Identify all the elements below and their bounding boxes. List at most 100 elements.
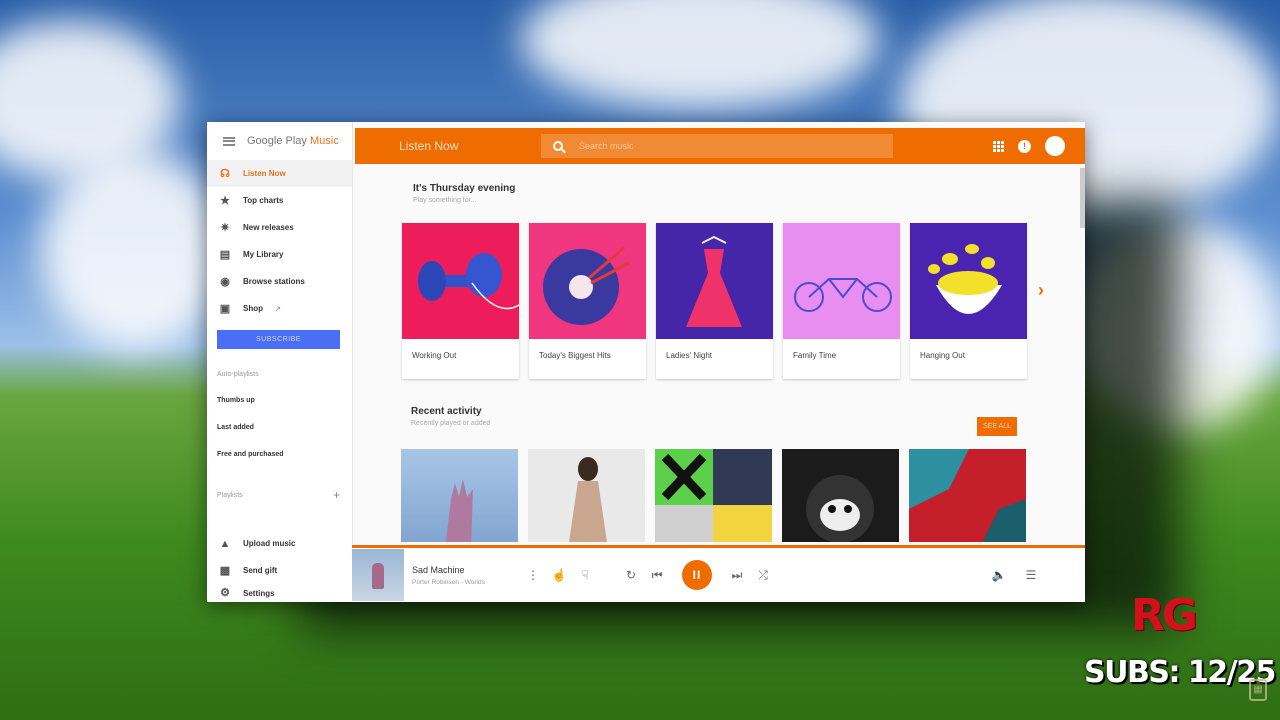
library-icon: ▤ <box>219 248 231 261</box>
new-icon: ✷ <box>220 221 230 234</box>
external-link-icon: ↗ <box>275 305 281 313</box>
auto-playlist-item[interactable]: Free and purchased <box>207 441 352 468</box>
search-input[interactable] <box>579 141 859 151</box>
headphones-icon: ☊ <box>220 167 230 180</box>
sidebar-item-label: Browse stations <box>243 277 305 286</box>
card-art <box>402 223 519 339</box>
channel-logo: RG <box>1131 590 1198 641</box>
auto-playlist-item[interactable]: Thumbs up <box>207 387 352 414</box>
notifications-icon[interactable]: ! <box>1018 139 1031 153</box>
repeat-icon[interactable]: ↻ <box>618 568 644 582</box>
section-header: Recent activity Recently played or added <box>411 406 490 427</box>
page-title: Listen Now <box>399 139 459 153</box>
add-playlist-icon[interactable]: + <box>333 488 340 502</box>
top-bar: Listen Now ! <box>355 128 1085 164</box>
sidebar-item-upload-music[interactable]: ▲ Upload music <box>207 530 353 557</box>
volume-icon[interactable]: 🔈 <box>986 568 1012 582</box>
sidebar-bottom: ▲ Upload music ▩ Send gift ⚙ Settings <box>207 530 353 602</box>
album-cover[interactable] <box>401 449 518 542</box>
sidebar-item-my-library[interactable]: ▤ My Library <box>207 241 352 268</box>
next-icon[interactable]: ⏭ <box>724 568 750 583</box>
recent-activity-row <box>401 449 1026 542</box>
card-label: Ladies' Night <box>666 351 712 360</box>
see-all-button[interactable]: SEE ALL <box>977 417 1017 436</box>
sidebar-item-new-releases[interactable]: ✷ New releases <box>207 214 352 241</box>
sidebar-item-label: Upload music <box>243 539 296 548</box>
main-content: It's Thursday evening Play something for… <box>355 164 1085 542</box>
scrollbar[interactable] <box>1080 168 1085 228</box>
album-cover[interactable] <box>655 449 772 542</box>
playlist-card[interactable]: Today's Biggest Hits <box>529 223 646 379</box>
sidebar-item-label: Send gift <box>243 566 278 575</box>
sidebar-item-send-gift[interactable]: ▩ Send gift <box>207 557 353 584</box>
radio-icon: ◉ <box>220 275 230 288</box>
card-label: Today's Biggest Hits <box>539 351 611 360</box>
menu-icon[interactable] <box>223 136 235 146</box>
thumbs-up-icon[interactable]: ☝ <box>546 568 572 582</box>
top-bar-actions: ! <box>993 136 1065 156</box>
player-bar: Sad Machine Porter Robinson - Worlds ⋮ ☝… <box>352 545 1085 602</box>
watermark-icon: ▦ <box>1249 679 1267 701</box>
apps-grid-icon[interactable] <box>993 140 1004 152</box>
sidebar-item-browse-stations[interactable]: ◉ Browse stations <box>207 268 352 295</box>
section-subtitle: Recently played or added <box>411 420 491 427</box>
thumbs-down-icon[interactable]: ☟ <box>572 568 598 582</box>
previous-icon[interactable]: ⏮ <box>644 568 670 583</box>
sidebar-item-shop[interactable]: ▣ Shop ↗ <box>207 295 352 322</box>
brand: Google Play Music <box>207 122 352 160</box>
section-header: It's Thursday evening Play something for… <box>413 183 515 204</box>
section-title: It's Thursday evening <box>413 183 516 194</box>
brand-name: Google Play Music <box>247 135 339 147</box>
pause-button[interactable]: II <box>682 560 712 590</box>
mood-cards: Working Out Today's Biggest Hits Ladies'… <box>402 223 1027 379</box>
section-subtitle: Play something for... <box>413 197 477 204</box>
queue-icon[interactable]: ☰ <box>1018 568 1044 582</box>
track-title[interactable]: Sad Machine <box>412 565 520 575</box>
sidebar-item-label: Listen Now <box>243 169 286 178</box>
now-playing-art[interactable] <box>352 549 404 601</box>
sidebar-item-listen-now[interactable]: ☊ Listen Now <box>207 160 352 187</box>
upload-icon: ▲ <box>219 537 231 550</box>
album-cover[interactable] <box>909 449 1026 542</box>
card-label: Hanging Out <box>920 351 965 360</box>
now-playing-info: Sad Machine Porter Robinson - Worlds <box>412 565 520 586</box>
sidebar-item-label: Top charts <box>243 196 284 205</box>
playlist-card[interactable]: Family Time <box>783 223 900 379</box>
search-icon <box>553 141 563 151</box>
avatar[interactable] <box>1045 136 1065 156</box>
star-icon: ★ <box>220 194 230 207</box>
subscriber-counter: SUBS: 12/25 <box>1084 655 1276 690</box>
settings-icon: ⚙ <box>220 587 230 599</box>
card-label: Family Time <box>793 351 837 360</box>
auto-playlist-item[interactable]: Last added <box>207 414 352 441</box>
more-options-icon[interactable]: ⋮ <box>520 568 546 582</box>
app-window: Google Play Music ☊ Listen Now ★ Top cha… <box>207 122 1085 602</box>
card-art <box>910 223 1027 339</box>
sidebar-item-settings[interactable]: ⚙ Settings <box>207 584 353 602</box>
background-cloud <box>520 0 880 110</box>
playlists-title: Playlists + <box>217 488 340 502</box>
album-cover[interactable] <box>528 449 645 542</box>
sidebar-item-label: Shop <box>243 304 263 313</box>
card-label: Working Out <box>412 351 457 360</box>
background-cloud <box>40 150 230 350</box>
subscribe-button[interactable]: SUBSCRIBE <box>217 330 340 349</box>
section-title: Recent activity <box>411 406 482 417</box>
playlist-card[interactable]: Working Out <box>402 223 519 379</box>
track-artist[interactable]: Porter Robinson - Worlds <box>412 579 520 586</box>
album-cover[interactable] <box>782 449 899 542</box>
auto-playlists-title: Auto-playlists <box>217 370 259 378</box>
sidebar: Google Play Music ☊ Listen Now ★ Top cha… <box>207 122 353 602</box>
search-box[interactable] <box>541 134 893 158</box>
sidebar-item-label: My Library <box>243 250 284 259</box>
playlist-card[interactable]: Ladies' Night <box>656 223 773 379</box>
playlist-card[interactable]: Hanging Out <box>910 223 1027 379</box>
card-art <box>783 223 900 339</box>
card-art <box>529 223 646 339</box>
chevron-right-icon[interactable]: › <box>1038 280 1044 301</box>
sidebar-item-label: Settings <box>243 588 275 598</box>
sidebar-item-top-charts[interactable]: ★ Top charts <box>207 187 352 214</box>
card-art <box>656 223 773 339</box>
sidebar-item-label: New releases <box>243 223 294 232</box>
shuffle-icon[interactable]: ⤮ <box>750 568 776 583</box>
